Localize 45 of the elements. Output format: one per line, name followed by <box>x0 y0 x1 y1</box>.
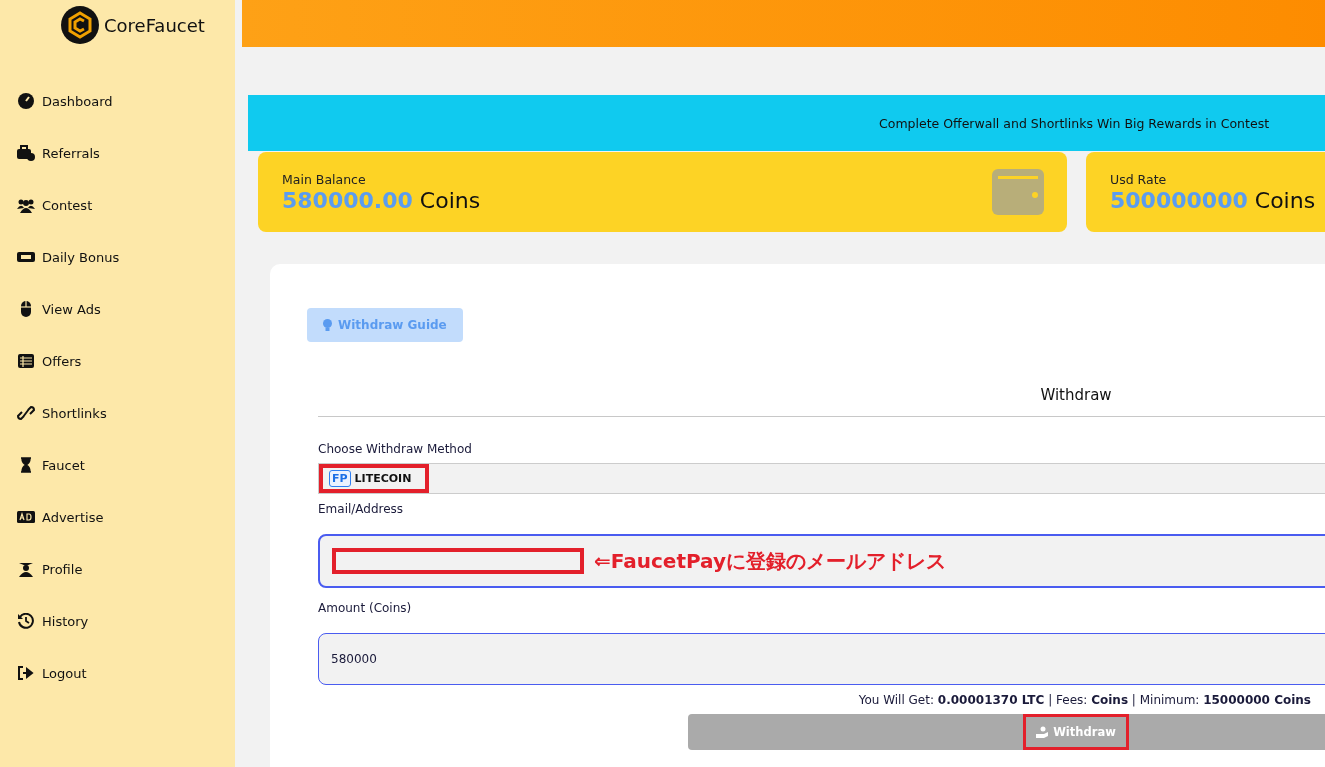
amount-field[interactable]: 580000 <box>318 633 1325 685</box>
sidebar-item[interactable]: View Ads <box>0 283 235 335</box>
sidebar-item[interactable]: Profile <box>0 543 235 595</box>
hand-coin-icon <box>1036 726 1050 738</box>
ad-icon <box>17 509 35 525</box>
link-icon <box>17 405 35 421</box>
method-option[interactable]: FP LITECOIN <box>319 464 430 493</box>
field-label: Choose Withdraw Method <box>318 442 472 456</box>
ticket-icon <box>17 249 35 265</box>
field-label: Email/Address <box>318 502 404 516</box>
briefcase-icon <box>17 145 35 161</box>
withdraw-summary: You Will Get: 0.00001370 LTC | Fees: Coins | Minimum: 15000000 Coins <box>858 693 1311 707</box>
annotation-text: ⇐FaucetPayに登録のメールアドレス <box>594 547 946 575</box>
wallet-icon <box>992 169 1044 215</box>
users-icon <box>17 197 35 213</box>
method-logo: FP <box>329 470 351 487</box>
sidebar-item[interactable]: Shortlinks <box>0 387 235 439</box>
sidebar-item[interactable]: Logout <box>0 647 235 699</box>
card-unit: Coins <box>419 187 481 213</box>
history-icon <box>17 613 35 629</box>
card-label: Main Balance <box>282 171 367 187</box>
card-unit: Coins <box>1254 187 1316 213</box>
lightbulb-icon <box>323 318 332 332</box>
method-select[interactable]: FP LITECOIN <box>318 463 1325 494</box>
sidebar-item[interactable]: Dashboard <box>0 75 235 127</box>
card-label: Usd Rate <box>1110 171 1168 187</box>
logo-text: CoreFaucet <box>104 14 205 36</box>
gauge-icon <box>17 93 35 109</box>
sidebar-item[interactable]: Faucet <box>0 439 235 491</box>
card-amount: 580000.00 <box>282 187 413 213</box>
address-field[interactable]: ⇐FaucetPayに登録のメールアドレス <box>318 534 1325 588</box>
withdraw-heading: Withdraw <box>1039 386 1113 404</box>
table-icon <box>17 353 35 369</box>
sidebar-item[interactable]: Offers <box>0 335 235 387</box>
logo-icon <box>61 6 99 44</box>
sidebar-item[interactable]: Contest <box>0 179 235 231</box>
sidebar-item[interactable]: Advertise <box>0 491 235 543</box>
field-label: Amount (Coins) <box>318 601 412 615</box>
sidebar-item[interactable]: Referrals <box>0 127 235 179</box>
sidebar-item[interactable]: Daily Bonus <box>0 231 235 283</box>
sidebar-item[interactable]: History <box>0 595 235 647</box>
card-amount: 500000000 <box>1110 187 1248 213</box>
logout-icon <box>17 665 35 681</box>
announcement-text: Complete Offerwall and Shortlinks Win Big Rewards in Contest <box>879 115 1270 131</box>
graduate-icon <box>17 561 35 577</box>
